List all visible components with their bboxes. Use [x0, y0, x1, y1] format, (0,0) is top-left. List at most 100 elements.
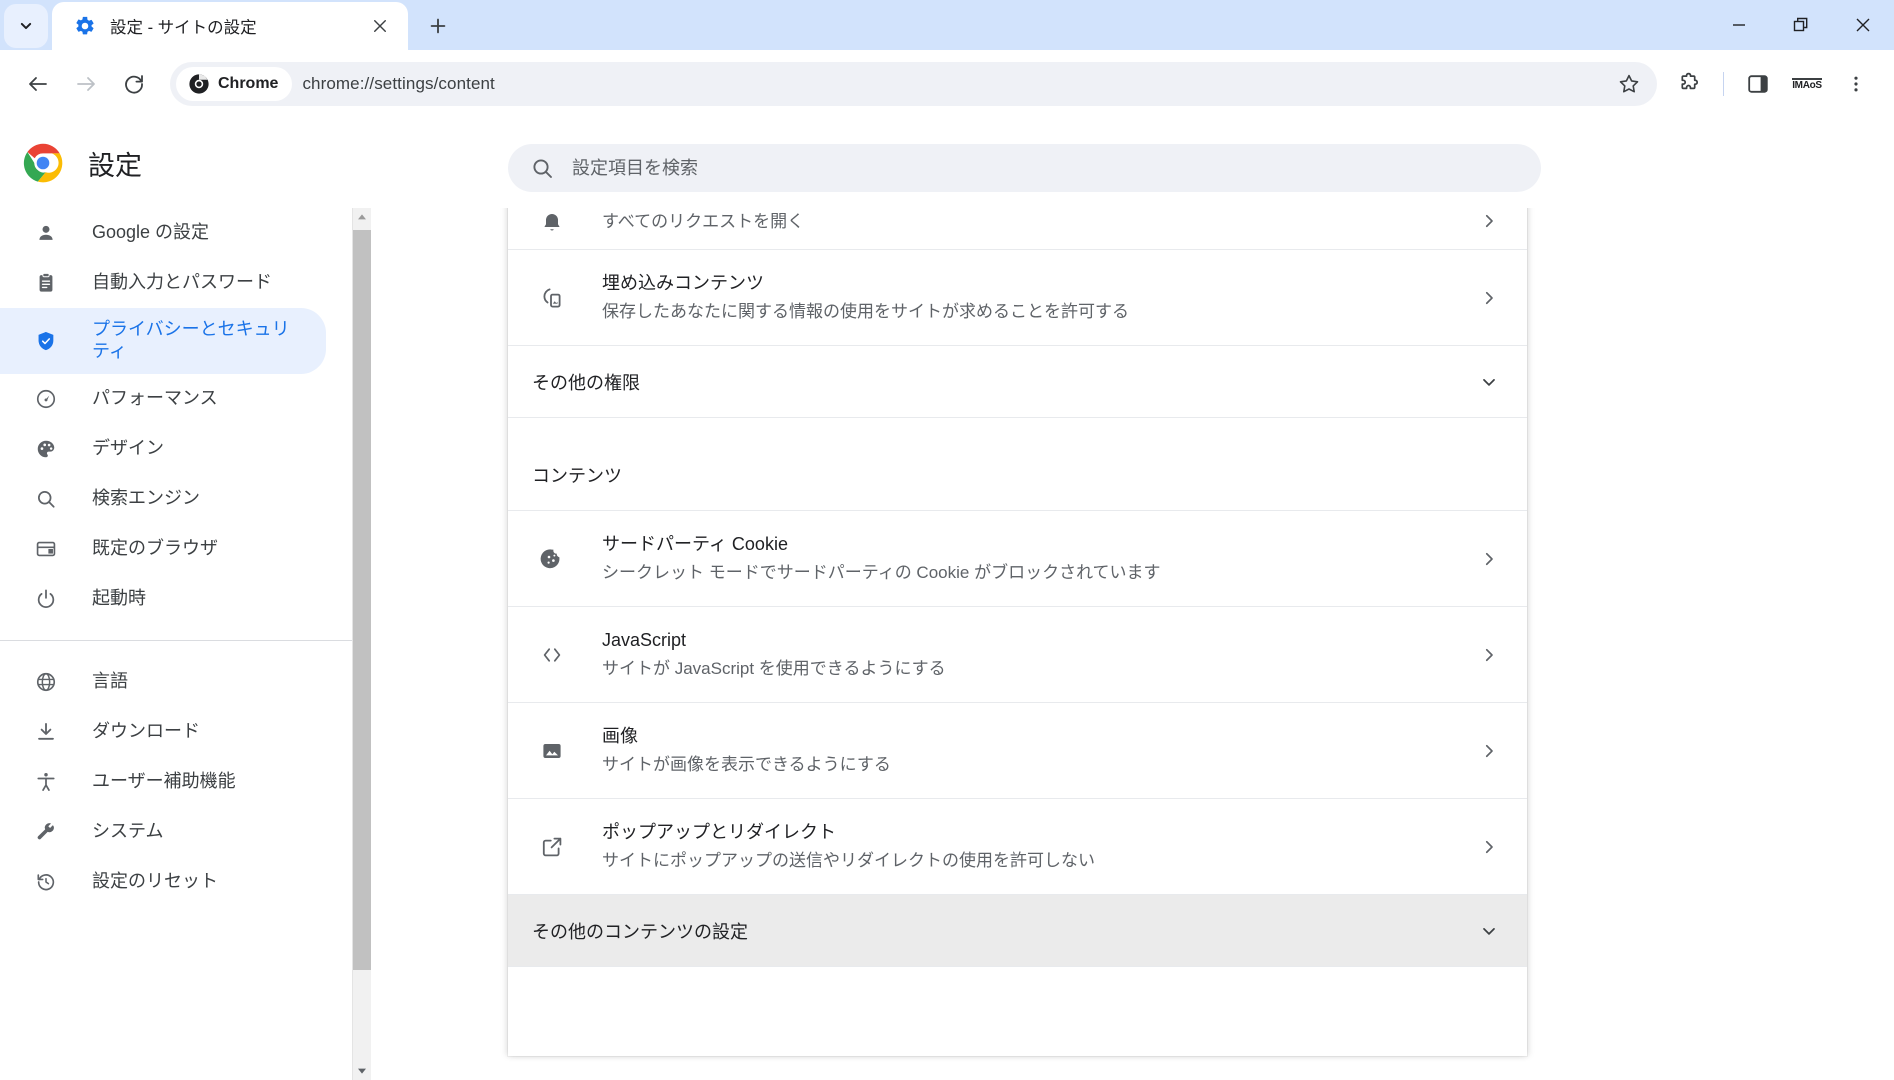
browser-window-icon: [34, 537, 58, 561]
sidebar-item-label: デザイン: [92, 438, 164, 460]
sidebar-item-label: 検索エンジン: [92, 488, 200, 510]
sidebar-divider: [0, 640, 352, 641]
sidebar-item-google[interactable]: Google の設定: [0, 208, 326, 258]
sidebar-item-accessibility[interactable]: ユーザー補助機能: [0, 757, 326, 807]
chevron-right-icon: [1475, 545, 1503, 573]
chevron-right-icon: [1475, 284, 1503, 312]
sidebar-item-label: 言語: [92, 671, 128, 693]
shield-icon: [34, 329, 58, 353]
sidebar-item-label: 設定のリセット: [92, 871, 218, 893]
extensions-button[interactable]: [1665, 60, 1713, 108]
back-button[interactable]: [14, 60, 62, 108]
minimize-icon: [1732, 18, 1746, 32]
settings-search-box[interactable]: [508, 144, 1541, 192]
settings-sidebar: Google の設定 自動入力とパスワード プライバシーとセキュリティ: [0, 208, 352, 1080]
content-row-images[interactable]: 画像 サイトが画像を表示できるようにする: [508, 702, 1527, 798]
sidebar-item-privacy-security[interactable]: プライバシーとセキュリティ: [0, 308, 326, 374]
tab-close-button[interactable]: [366, 12, 394, 40]
bookmark-star-button[interactable]: [1607, 62, 1651, 106]
settings-content: すべてのリクエストを開く 埋め込みコ: [371, 208, 1894, 1080]
sidebar-item-label: システム: [92, 821, 163, 843]
chrome-logo-icon: [22, 142, 64, 184]
expand-row-additional-permissions[interactable]: その他の権限: [508, 345, 1527, 417]
toolbar-divider: [1723, 72, 1724, 96]
tab-strip: 設定 - サイトの設定: [0, 0, 1894, 50]
sidebar-item-autofill[interactable]: 自動入力とパスワード: [0, 258, 326, 308]
side-panel-button[interactable]: [1734, 60, 1782, 108]
restore-button[interactable]: [1770, 0, 1832, 50]
address-bar[interactable]: Chrome chrome://settings/content: [170, 62, 1657, 106]
content-row-open-all-requests[interactable]: すべてのリクエストを開く: [508, 208, 1527, 249]
chevron-right-icon: [1475, 833, 1503, 861]
row-subtitle: すべてのリクエストを開く: [602, 210, 1475, 235]
download-icon: [34, 720, 58, 744]
chrome-menu-button[interactable]: [1832, 60, 1880, 108]
reload-icon: [122, 72, 146, 96]
sidebar-item-reset-settings[interactable]: 設定のリセット: [0, 857, 326, 907]
scroll-down-button[interactable]: [353, 1062, 371, 1080]
content-row-embedded-content[interactable]: 埋め込みコンテンツ 保存したあなたに関する情報の使用をサイトが求めることを許可す…: [508, 249, 1527, 345]
close-window-button[interactable]: [1832, 0, 1894, 50]
browser-tab[interactable]: 設定 - サイトの設定: [52, 2, 408, 50]
row-title: ポップアップとリダイレクト: [602, 819, 1475, 845]
sidebar-item-languages[interactable]: 言語: [0, 657, 326, 707]
embedded-content-icon: [540, 286, 564, 310]
speedometer-icon: [34, 387, 58, 411]
sidebar-item-downloads[interactable]: ダウンロード: [0, 707, 326, 757]
new-tab-button[interactable]: [418, 6, 458, 46]
row-text-group: 画像 サイトが画像を表示できるようにする: [602, 723, 1475, 778]
chevron-down-icon: [16, 16, 36, 36]
close-icon: [1855, 17, 1871, 33]
row-text-group: すべてのリクエストを開く: [602, 210, 1475, 235]
person-icon: [34, 221, 58, 245]
profile-button[interactable]: IMAoS: [1782, 64, 1832, 104]
notification-icon: [540, 211, 564, 235]
more-vertical-icon: [1846, 74, 1866, 94]
globe-icon: [34, 670, 58, 694]
omnibox-chrome-chip[interactable]: Chrome: [176, 67, 292, 101]
accessibility-icon: [34, 770, 58, 794]
palette-icon: [34, 437, 58, 461]
search-icon: [530, 156, 554, 180]
restore-icon: [1793, 17, 1809, 33]
sidebar-item-label: ダウンロード: [92, 721, 200, 743]
section-heading-content: コンテンツ: [508, 417, 1527, 510]
reload-button[interactable]: [110, 60, 158, 108]
sidebar-item-system[interactable]: システム: [0, 807, 326, 857]
expand-row-label: その他の権限: [532, 369, 1475, 395]
sidebar-item-appearance[interactable]: デザイン: [0, 424, 326, 474]
minimize-button[interactable]: [1708, 0, 1770, 50]
row-subtitle: サイトが画像を表示できるようにする: [602, 753, 1475, 778]
sidebar-item-default-browser[interactable]: 既定のブラウザ: [0, 524, 326, 574]
content-row-popups-redirects[interactable]: ポップアップとリダイレクト サイトにポップアップの送信やリダイレクトの使用を許可…: [508, 798, 1527, 894]
content-row-third-party-cookies[interactable]: サードパーティ Cookie シークレット モードでサードパーティの Cooki…: [508, 510, 1527, 606]
forward-button[interactable]: [62, 60, 110, 108]
row-text-group: JavaScript サイトが JavaScript を使用できるようにする: [602, 627, 1475, 682]
window-controls: [1708, 0, 1894, 50]
side-panel-icon: [1746, 72, 1770, 96]
scrollbar-thumb[interactable]: [353, 230, 371, 970]
row-text-group: 埋め込みコンテンツ 保存したあなたに関する情報の使用をサイトが求めることを許可す…: [602, 270, 1475, 325]
sidebar-item-on-startup[interactable]: 起動時: [0, 574, 326, 624]
settings-card: すべてのリクエストを開く 埋め込みコ: [508, 208, 1527, 1056]
search-input[interactable]: [572, 158, 1472, 179]
omnibox-url-text: chrome://settings/content: [302, 74, 494, 94]
sidebar-item-label: 自動入力とパスワード: [92, 272, 272, 294]
chevron-right-icon: [1475, 641, 1503, 669]
sidebar-item-search-engine[interactable]: 検索エンジン: [0, 474, 326, 524]
tab-search-button[interactable]: [4, 4, 48, 48]
row-subtitle: 保存したあなたに関する情報の使用をサイトが求めることを許可する: [602, 300, 1475, 325]
history-reset-icon: [34, 870, 58, 894]
image-icon: [540, 739, 564, 763]
sidebar-item-performance[interactable]: パフォーマンス: [0, 374, 326, 424]
sidebar-item-label: プライバシーとセキュリティ: [92, 319, 292, 362]
tab-title: 設定 - サイトの設定: [110, 14, 366, 38]
row-text-group: サードパーティ Cookie シークレット モードでサードパーティの Cooki…: [602, 531, 1475, 586]
page-scrollbar[interactable]: [352, 208, 371, 1080]
content-row-javascript[interactable]: JavaScript サイトが JavaScript を使用できるようにする: [508, 606, 1527, 702]
wrench-icon: [34, 820, 58, 844]
star-icon: [1617, 72, 1641, 96]
sidebar-item-label: Google の設定: [92, 222, 209, 244]
scroll-up-button[interactable]: [353, 208, 371, 226]
expand-row-additional-content-settings[interactable]: その他のコンテンツの設定: [508, 894, 1527, 966]
